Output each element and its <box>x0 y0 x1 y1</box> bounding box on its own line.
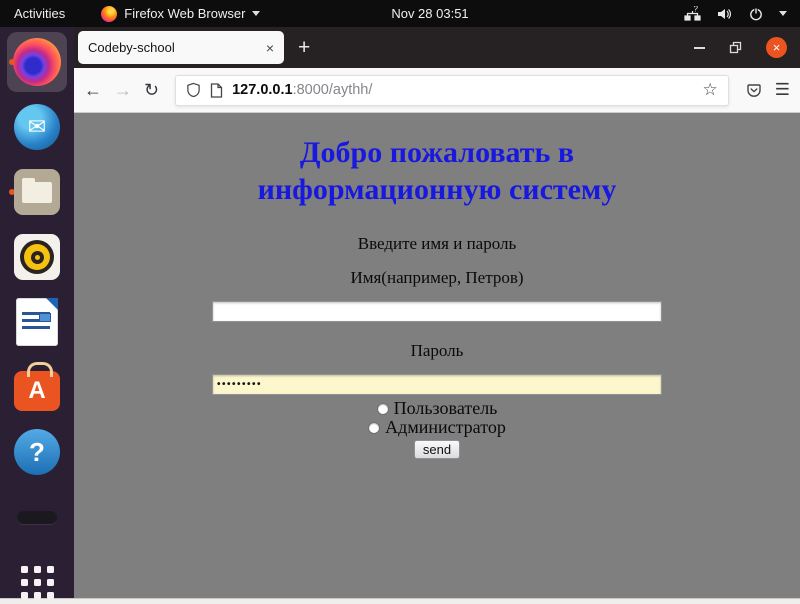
running-indicator <box>9 59 15 65</box>
intro-text: Введите имя и пароль <box>74 234 800 254</box>
bookmark-star-icon[interactable]: ☆ <box>703 80 718 100</box>
page-info-icon[interactable] <box>210 83 223 98</box>
reload-button[interactable]: ↻ <box>144 80 159 101</box>
files-icon <box>14 169 60 215</box>
navigation-toolbar: ← → ↻ 127.0.0.1:8000/aythh/ ☆ ☰ <box>74 68 800 113</box>
url-host: 127.0.0.1 <box>232 82 292 98</box>
clock[interactable]: Nov 28 03:51 <box>391 6 468 21</box>
radio-option-user[interactable]: Пользователь <box>74 399 800 418</box>
gnome-top-bar: Activities Firefox Web Browser Nov 28 03… <box>0 0 800 27</box>
tab-bar: Codeby-school × + × <box>74 27 800 68</box>
restore-button[interactable] <box>729 41 742 54</box>
app-grid-icon <box>21 566 54 599</box>
power-icon <box>748 6 764 22</box>
tab-close-icon[interactable]: × <box>266 41 274 55</box>
ubuntu-software-icon: A <box>14 371 60 411</box>
svg-text:?: ? <box>694 6 699 14</box>
radio-button-user[interactable] <box>377 403 389 415</box>
name-label: Имя(например, Петров) <box>74 268 800 288</box>
radio-admin-label: Администратор <box>385 417 506 438</box>
volume-icon <box>716 6 733 22</box>
new-tab-button[interactable]: + <box>298 36 310 60</box>
radio-button-admin[interactable] <box>368 422 380 434</box>
tracking-protection-shield-icon[interactable] <box>186 82 201 98</box>
web-page: Добро пожаловать винформационную систему… <box>74 113 800 598</box>
activities-button[interactable]: Activities <box>0 0 79 27</box>
password-input[interactable] <box>212 374 662 395</box>
app-menu[interactable]: Firefox Web Browser <box>101 6 260 22</box>
forward-button[interactable]: → <box>114 80 132 101</box>
minimized-window-icon <box>17 511 57 524</box>
dock-item-ubuntu-software[interactable]: A <box>7 357 67 417</box>
radio-option-admin[interactable]: Администратор <box>74 418 800 437</box>
firefox-icon <box>13 38 61 86</box>
thunderbird-icon: ✉ <box>14 104 60 150</box>
chevron-down-icon <box>779 11 787 16</box>
network-status-icon: ? <box>684 6 701 22</box>
tab-title: Codeby-school <box>88 40 175 55</box>
page-title: Добро пожаловать винформационную систему <box>74 134 800 208</box>
name-input[interactable] <box>212 301 662 322</box>
window-controls: × <box>694 37 800 58</box>
chevron-down-icon <box>252 11 260 16</box>
radio-user-label: Пользователь <box>394 398 498 419</box>
close-button[interactable]: × <box>766 37 787 58</box>
url-path: :8000/aythh/ <box>293 82 373 98</box>
pocket-icon[interactable] <box>745 82 763 99</box>
dock-item-rhythmbox[interactable] <box>7 227 67 287</box>
libreoffice-writer-icon <box>16 298 58 346</box>
dock-item-minimized-window[interactable] <box>7 487 67 547</box>
password-label: Пароль <box>74 341 800 361</box>
dock-item-libreoffice-writer[interactable] <box>7 292 67 352</box>
window-bottom-edge <box>0 598 800 604</box>
minimize-button[interactable] <box>694 47 705 49</box>
dock-item-files[interactable] <box>7 162 67 222</box>
dock: ✉ A ? <box>0 27 74 598</box>
dock-item-help[interactable]: ? <box>7 422 67 482</box>
system-tray[interactable]: ? <box>684 6 800 22</box>
help-icon: ? <box>14 429 60 475</box>
dock-item-thunderbird[interactable]: ✉ <box>7 97 67 157</box>
app-menu-label: Firefox Web Browser <box>124 6 245 21</box>
app-grid-button[interactable] <box>7 552 67 604</box>
tab-codeby-school[interactable]: Codeby-school × <box>78 31 284 64</box>
rhythmbox-icon <box>14 234 60 280</box>
dock-item-firefox[interactable] <box>7 32 67 92</box>
back-button[interactable]: ← <box>84 80 102 101</box>
send-button[interactable]: send <box>414 440 460 459</box>
firefox-window: Codeby-school × + × ← → ↻ <box>74 27 800 598</box>
hamburger-menu-icon[interactable]: ☰ <box>775 80 790 100</box>
url-bar[interactable]: 127.0.0.1:8000/aythh/ ☆ <box>175 75 729 106</box>
desktop-shell: ✉ A ? <box>0 27 800 598</box>
url-text[interactable]: 127.0.0.1:8000/aythh/ <box>232 82 693 98</box>
firefox-icon <box>101 6 117 22</box>
